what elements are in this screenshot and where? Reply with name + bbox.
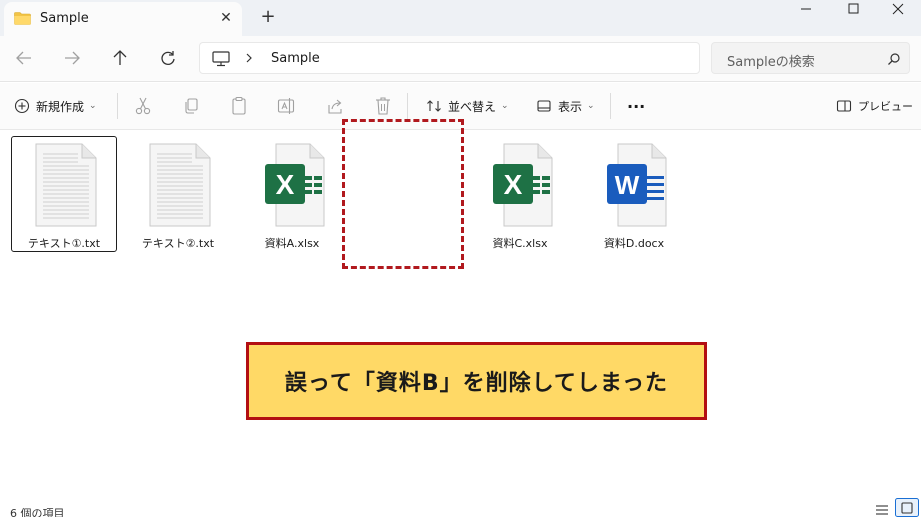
search-box[interactable]: Sampleの検索 bbox=[711, 42, 910, 74]
rename-icon[interactable] bbox=[277, 95, 295, 117]
search-icon[interactable] bbox=[887, 52, 901, 66]
deleted-file-placeholder bbox=[342, 119, 464, 269]
file-name: 資料D.docx bbox=[603, 237, 665, 250]
divider bbox=[407, 93, 408, 119]
view-button[interactable]: 表示 ⌄ bbox=[536, 95, 595, 117]
file-name: テキスト②.txt bbox=[141, 237, 215, 250]
file-item[interactable]: テキスト②.txt bbox=[125, 136, 231, 252]
status-bar: 6 個の項目 bbox=[0, 495, 921, 517]
chevron-down-icon: ⌄ bbox=[587, 101, 595, 111]
refresh-icon[interactable] bbox=[155, 46, 181, 70]
svg-text:W: W bbox=[615, 170, 640, 200]
search-input[interactable]: Sampleの検索 bbox=[727, 51, 815, 70]
text-file-icon bbox=[35, 143, 97, 227]
close-window-icon[interactable] bbox=[875, 0, 921, 18]
chevron-down-icon: ⌄ bbox=[501, 101, 509, 111]
title-bar: Sample ✕ + bbox=[0, 0, 921, 36]
file-item[interactable]: X 資料C.xlsx bbox=[467, 136, 573, 252]
cut-icon[interactable] bbox=[134, 95, 152, 117]
new-tab-button[interactable]: + bbox=[258, 6, 278, 28]
svg-text:X: X bbox=[276, 169, 295, 200]
file-item[interactable]: X 資料A.xlsx bbox=[239, 136, 345, 252]
excel-file-icon: X bbox=[493, 143, 553, 227]
close-tab-icon[interactable]: ✕ bbox=[217, 9, 235, 27]
preview-label: プレビュー bbox=[858, 100, 913, 113]
chevron-right-icon[interactable] bbox=[244, 51, 254, 65]
forward-arrow-icon[interactable] bbox=[59, 46, 85, 70]
divider bbox=[117, 93, 118, 119]
chevron-down-icon: ⌄ bbox=[89, 101, 97, 111]
plus-circle-icon bbox=[14, 98, 30, 114]
word-file-icon: W bbox=[607, 143, 667, 227]
text-file-icon bbox=[149, 143, 211, 227]
tab-sample[interactable]: Sample ✕ bbox=[4, 2, 242, 36]
computer-icon bbox=[212, 51, 230, 67]
divider bbox=[610, 93, 611, 119]
callout-text: 誤って「資料B」を削除してしまった bbox=[284, 371, 669, 396]
new-button[interactable]: 新規作成 ⌄ bbox=[14, 95, 97, 117]
sort-button[interactable]: 並べ替え ⌄ bbox=[426, 95, 509, 117]
sort-icon bbox=[427, 100, 441, 112]
annotation-callout: 誤って「資料B」を削除してしまった bbox=[246, 342, 707, 420]
maximize-icon[interactable] bbox=[830, 0, 876, 18]
file-name: 資料A.xlsx bbox=[264, 237, 320, 250]
view-icon bbox=[537, 100, 551, 112]
up-arrow-icon[interactable] bbox=[107, 46, 133, 70]
more-options-button[interactable]: ... bbox=[627, 91, 645, 113]
folder-icon bbox=[14, 12, 31, 25]
item-count: 6 個の項目 bbox=[10, 507, 65, 517]
preview-pane-icon bbox=[836, 100, 852, 112]
delete-icon[interactable] bbox=[374, 95, 392, 117]
paste-icon[interactable] bbox=[230, 95, 248, 117]
new-button-label: 新規作成 bbox=[36, 99, 85, 114]
back-arrow-icon[interactable] bbox=[11, 46, 37, 70]
tab-title: Sample bbox=[40, 11, 89, 26]
view-label: 表示 bbox=[558, 99, 583, 114]
svg-text:X: X bbox=[504, 169, 523, 200]
copy-icon[interactable] bbox=[182, 95, 200, 117]
file-name: テキスト①.txt bbox=[27, 237, 101, 250]
sort-label: 並べ替え bbox=[448, 99, 497, 114]
excel-file-icon: X bbox=[265, 143, 325, 227]
minimize-icon[interactable] bbox=[783, 0, 829, 18]
file-item[interactable]: W 資料D.docx bbox=[581, 136, 687, 252]
share-icon[interactable] bbox=[326, 95, 344, 117]
address-bar[interactable]: Sample bbox=[199, 42, 700, 74]
breadcrumb[interactable]: Sample bbox=[271, 51, 320, 66]
navigation-bar: Sample Sampleの検索 bbox=[0, 36, 921, 82]
large-icons-view-icon[interactable] bbox=[895, 498, 919, 517]
file-name: 資料C.xlsx bbox=[492, 237, 548, 250]
details-view-icon[interactable] bbox=[874, 502, 890, 516]
file-item[interactable]: テキスト①.txt bbox=[11, 136, 117, 252]
preview-pane-button[interactable]: プレビュー bbox=[836, 95, 913, 117]
